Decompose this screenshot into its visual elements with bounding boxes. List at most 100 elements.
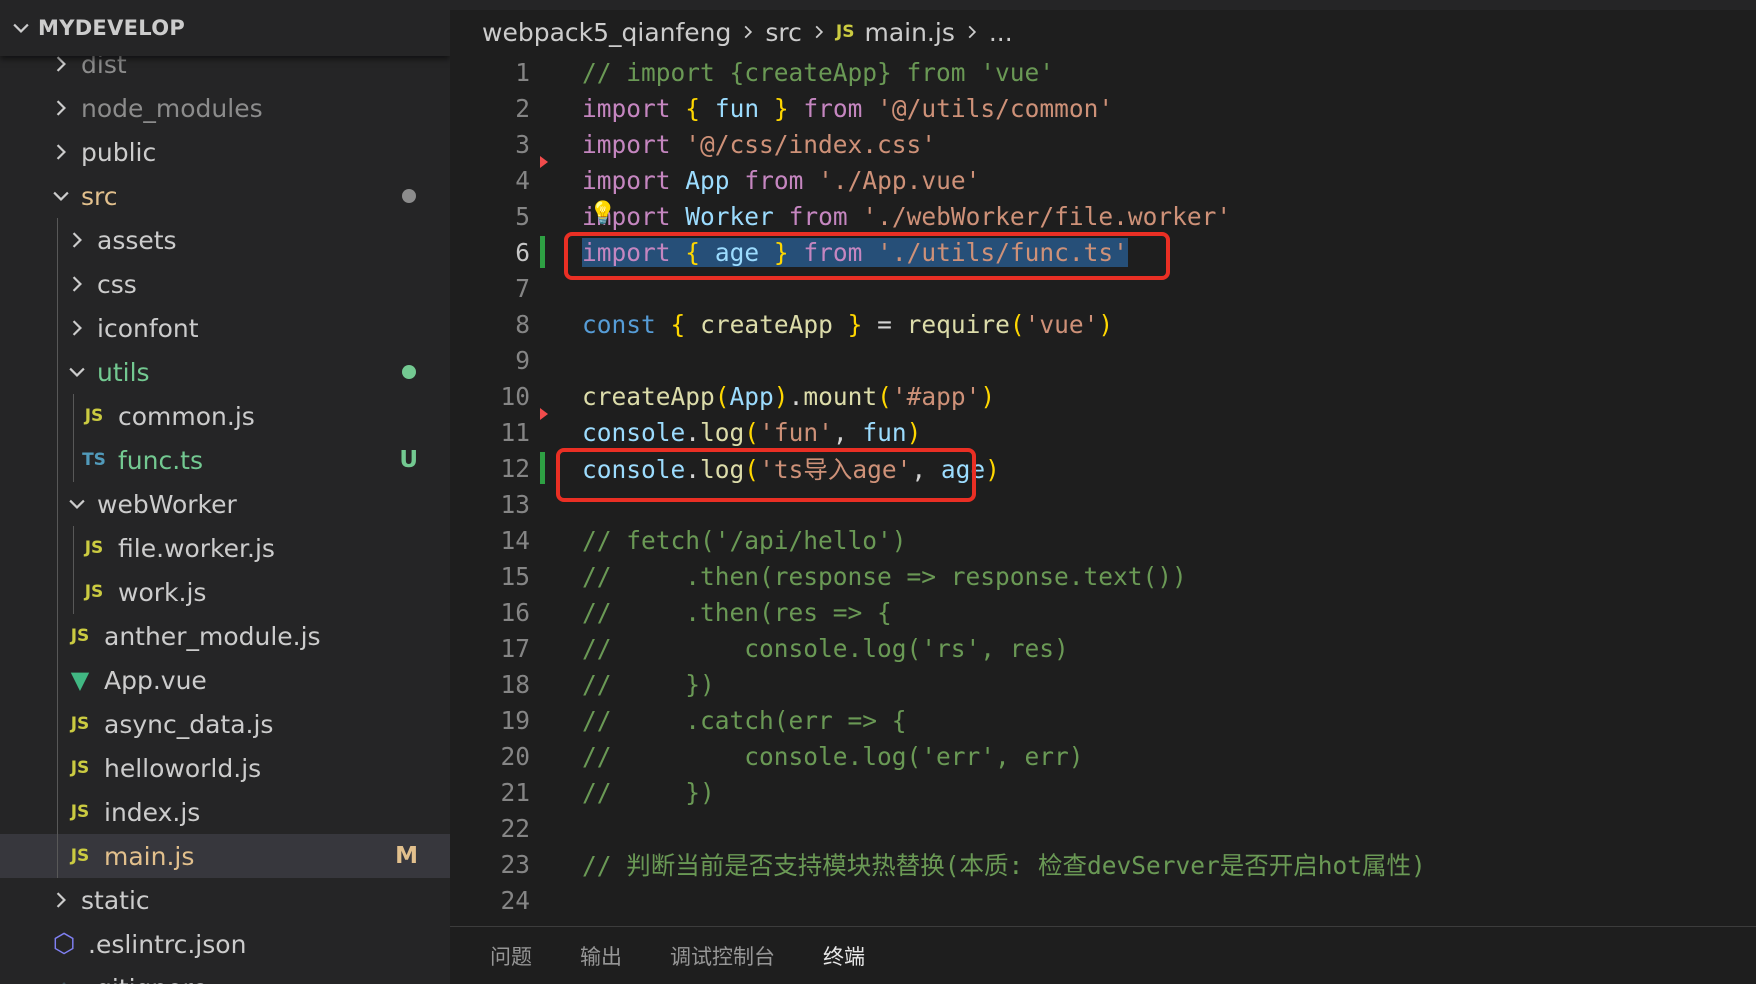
code-token: // import {createApp} from 'vue'	[582, 57, 1055, 87]
panel-tab-terminal[interactable]: 终端	[823, 927, 865, 984]
code-line[interactable]: 18 // })	[450, 666, 1756, 702]
tree-file-row[interactable]: JS file.worker.js	[0, 526, 450, 570]
tree-file-row[interactable]: JS async_data.js	[0, 702, 450, 746]
tree-folder-row[interactable]: iconfont	[0, 306, 450, 350]
tree-file-row[interactable]: JS helloworld.js	[0, 746, 450, 790]
vue-file-icon: ▼	[70, 666, 90, 694]
code-token: }	[773, 93, 789, 123]
eslint-file-icon: ⬡	[52, 929, 76, 959]
tree-file-row[interactable]: ◆ .gitignore	[0, 966, 450, 984]
code-line[interactable]: 8 const { createApp } = require('vue')	[450, 306, 1756, 342]
code-token: )	[906, 417, 922, 447]
code-token: 'fun'	[759, 417, 833, 447]
code-line[interactable]: 2 import { fun } from '@/utils/common'	[450, 90, 1756, 126]
ts-file-icon: TS	[82, 450, 106, 470]
lightbulb-icon[interactable]: 💡	[589, 201, 616, 226]
panel-tab-problems[interactable]: 问题	[490, 927, 532, 984]
panel-tab-debug-console[interactable]: 调试控制台	[670, 927, 775, 984]
code-line[interactable]: 10 createApp(App).mount('#app')	[450, 378, 1756, 420]
tree-folder-row[interactable]: assets	[0, 218, 450, 262]
git-modified-gutter[interactable]	[540, 236, 545, 268]
breadcrumb-symbols[interactable]: ...	[989, 18, 1013, 47]
code-token: .	[788, 381, 804, 411]
code-line[interactable]: 23 // 判断当前是否支持模块热替换(本质: 检查devServer是否开启ho…	[450, 846, 1756, 882]
tree-folder-row[interactable]: node_modules	[0, 86, 450, 130]
code-line[interactable]: 9	[450, 342, 1756, 378]
breadcrumb-file[interactable]: main.js	[864, 18, 954, 47]
code-token: './webWorker/file.worker'	[862, 201, 1232, 231]
tree-item-label: file.worker.js	[118, 533, 275, 563]
code-line[interactable]: 21 // })	[450, 774, 1756, 810]
tree-item-label: css	[97, 269, 137, 299]
code-line[interactable]: 3 import '@/css/index.css'	[450, 126, 1756, 168]
line-number: 20	[500, 741, 530, 771]
code-token: (	[1009, 309, 1025, 339]
code-token: '#app'	[891, 381, 981, 411]
code-line[interactable]: 4 import App from './App.vue'	[450, 162, 1756, 198]
js-file-icon: JS	[84, 406, 104, 426]
chevron-right-icon	[56, 892, 66, 908]
tree-item-label: index.js	[104, 797, 201, 827]
panel-tab-output[interactable]: 输出	[580, 927, 622, 984]
tree-item-label: .eslintrc.json	[88, 929, 247, 959]
code-token: import	[582, 129, 671, 159]
explorer-header[interactable]: MYDEVELOP	[0, 0, 450, 56]
line-number: 14	[500, 525, 530, 555]
code-line[interactable]: 17 // console.log('rs', res)	[450, 630, 1756, 666]
code-line[interactable]: 5 import Worker from './webWorker/file.wo…	[450, 198, 1756, 234]
code-line-text: // console.log('rs', res)	[582, 634, 1069, 663]
chevron-down-icon	[69, 367, 85, 377]
line-number: 19	[500, 705, 530, 735]
tree-file-row[interactable]: JS index.js	[0, 790, 450, 834]
line-number: 7	[515, 273, 530, 303]
code-line[interactable]: 1 // import {createApp} from 'vue'	[450, 54, 1756, 90]
explorer-sidebar: MYDEVELOP dist node_modules public src asset…	[0, 0, 450, 984]
tree-file-row[interactable]: JS anther_module.js	[0, 614, 450, 658]
tree-file-row[interactable]: JS main.js M	[0, 834, 450, 878]
code-line-text: import { fun } from '@/utils/common'	[582, 94, 1113, 123]
code-line-text: // .then(response => response.text())	[582, 562, 1187, 591]
tree-folder-row[interactable]: css	[0, 262, 450, 306]
code-line-text: import App from './App.vue'	[582, 166, 980, 195]
code-line-text: console.log('fun', fun)	[582, 418, 921, 447]
code-line[interactable]: 20 // console.log('err', err)	[450, 738, 1756, 774]
code-token: fun	[862, 417, 907, 447]
code-line[interactable]: 22	[450, 810, 1756, 846]
code-line[interactable]: 14 // fetch('/api/hello')	[450, 522, 1756, 558]
tree-item-label: .gitignore	[88, 974, 208, 984]
code-line[interactable]: 19 // .catch(err => {	[450, 702, 1756, 738]
breadcrumb-project[interactable]: webpack5_qianfeng	[482, 18, 731, 47]
tree-item-label: node_modules	[81, 93, 263, 123]
tree-file-row[interactable]: ▼ App.vue	[0, 658, 450, 702]
tree-item-label: assets	[97, 225, 177, 255]
tree-folder-row[interactable]: utils	[0, 350, 450, 394]
tree-folder-row[interactable]: src	[0, 174, 450, 218]
code-line[interactable]: 11 console.log('fun', fun)	[450, 414, 1756, 450]
line-number: 10	[500, 381, 530, 411]
breadcrumb-folder[interactable]: src	[765, 18, 802, 47]
code-token: ,	[832, 417, 863, 447]
tree-folder-row[interactable]: public	[0, 130, 450, 174]
code-line[interactable]: 15 // .then(response => response.text())	[450, 558, 1756, 594]
code-editor[interactable]: webpack5_qianfeng src JS main.js ... 1 //…	[450, 0, 1756, 926]
code-token: )	[1098, 309, 1114, 339]
line-number: 13	[500, 489, 530, 519]
code-line[interactable]: 24	[450, 882, 1756, 918]
code-line[interactable]: 16 // .then(res => {	[450, 594, 1756, 630]
tree-file-row[interactable]: ⬡ .eslintrc.json	[0, 922, 450, 966]
tree-folder-row[interactable]: webWorker	[0, 482, 450, 526]
git-modified-gutter[interactable]	[540, 452, 545, 484]
indent-guide	[73, 394, 74, 482]
code-token: (	[714, 381, 730, 411]
code-token: const	[582, 309, 656, 339]
bottom-panel: 问题 输出 调试控制台 终端	[450, 926, 1756, 984]
tree-folder-row[interactable]: static	[0, 878, 450, 922]
tree-file-row[interactable]: JS common.js	[0, 394, 450, 438]
code-token: )	[985, 454, 1000, 484]
tree-file-row[interactable]: TS func.ts U	[0, 438, 450, 482]
tree-file-row[interactable]: JS work.js	[0, 570, 450, 614]
tree-item-label: main.js	[104, 841, 195, 871]
